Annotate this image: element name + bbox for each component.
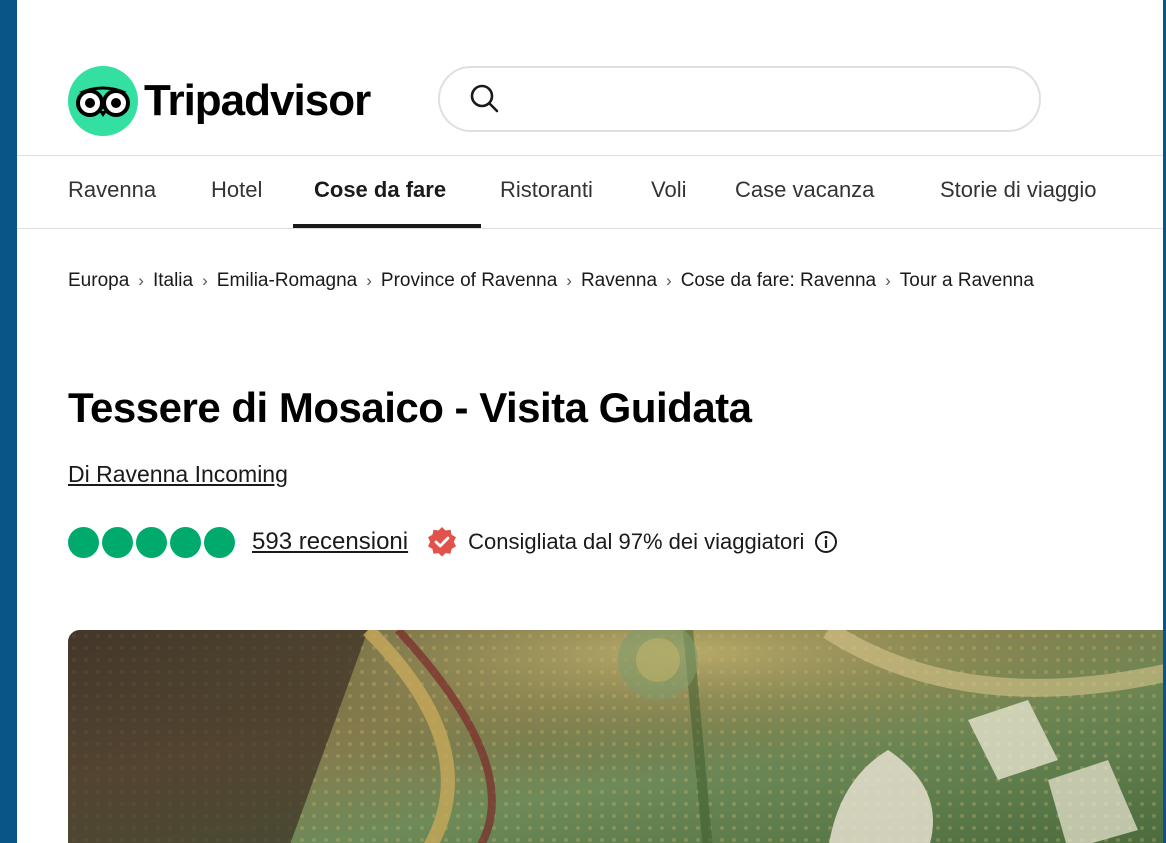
search-bar[interactable]	[438, 66, 1041, 132]
nav-item-ristoranti[interactable]: Ristoranti	[500, 155, 593, 228]
rating-bubble	[170, 526, 201, 558]
search-icon	[470, 84, 499, 113]
rating-bubble	[68, 526, 99, 558]
breadcrumb-item[interactable]: Tour a Ravenna	[900, 270, 1034, 292]
header: Tripadvisor	[17, 0, 1163, 156]
breadcrumb-separator: ›	[885, 271, 891, 290]
page-title: Tessere di Mosaico - Visita Guidata	[68, 384, 752, 431]
nav-item-storie-di-viaggio[interactable]: Storie di viaggio	[940, 155, 1097, 228]
rating-bubble	[136, 526, 167, 558]
breadcrumb-item[interactable]: Italia	[153, 270, 193, 292]
tripadvisor-owl-icon	[68, 66, 138, 136]
info-icon[interactable]	[814, 530, 838, 554]
nav-item-hotel[interactable]: Hotel	[211, 155, 262, 228]
nav-item-ravenna[interactable]: Ravenna	[68, 155, 156, 228]
recommendation-text: Consigliata dal 97% dei viaggiatori	[468, 529, 805, 554]
breadcrumb-item[interactable]: Ravenna	[581, 270, 657, 292]
breadcrumb-item[interactable]: Europa	[68, 270, 129, 292]
rating-bubbles[interactable]	[68, 526, 235, 558]
rating-bubble	[204, 526, 235, 558]
nav-item-voli[interactable]: Voli	[651, 155, 686, 228]
nav-item-case-vacanza[interactable]: Case vacanza	[735, 155, 874, 228]
active-tab-indicator	[293, 224, 481, 228]
breadcrumb-separator: ›	[202, 271, 208, 290]
hero-image[interactable]	[68, 630, 1163, 843]
rating-bubble	[102, 526, 133, 558]
operator-link[interactable]: Di Ravenna Incoming	[68, 461, 288, 488]
reviews-link[interactable]: 593 recensioni	[252, 528, 408, 556]
page: Tripadvisor Ravenna Hotel Cose da fare R…	[17, 0, 1163, 843]
breadcrumb-item[interactable]: Province of Ravenna	[381, 270, 557, 292]
rating-row: 593 recensioni Consigliata dal 97% dei v…	[68, 524, 838, 560]
breadcrumb-item[interactable]: Cose da fare: Ravenna	[681, 270, 876, 292]
breadcrumb-separator: ›	[666, 271, 672, 290]
tripadvisor-logo[interactable]: Tripadvisor	[68, 66, 371, 136]
mosaic-photo	[68, 630, 1163, 843]
brand-name: Tripadvisor	[144, 76, 371, 125]
nav-item-cose-da-fare[interactable]: Cose da fare	[314, 155, 446, 228]
main-nav: Ravenna Hotel Cose da fare Ristoranti Vo…	[17, 155, 1163, 229]
recommended-badge-icon	[428, 527, 457, 557]
breadcrumb-separator: ›	[366, 271, 372, 290]
breadcrumb: Europa › Italia › Emilia-Romagna › Provi…	[68, 266, 1034, 296]
breadcrumb-item[interactable]: Emilia-Romagna	[217, 270, 357, 292]
breadcrumb-separator: ›	[138, 271, 144, 290]
breadcrumb-separator: ›	[566, 271, 572, 290]
search-input[interactable]	[512, 78, 1039, 120]
